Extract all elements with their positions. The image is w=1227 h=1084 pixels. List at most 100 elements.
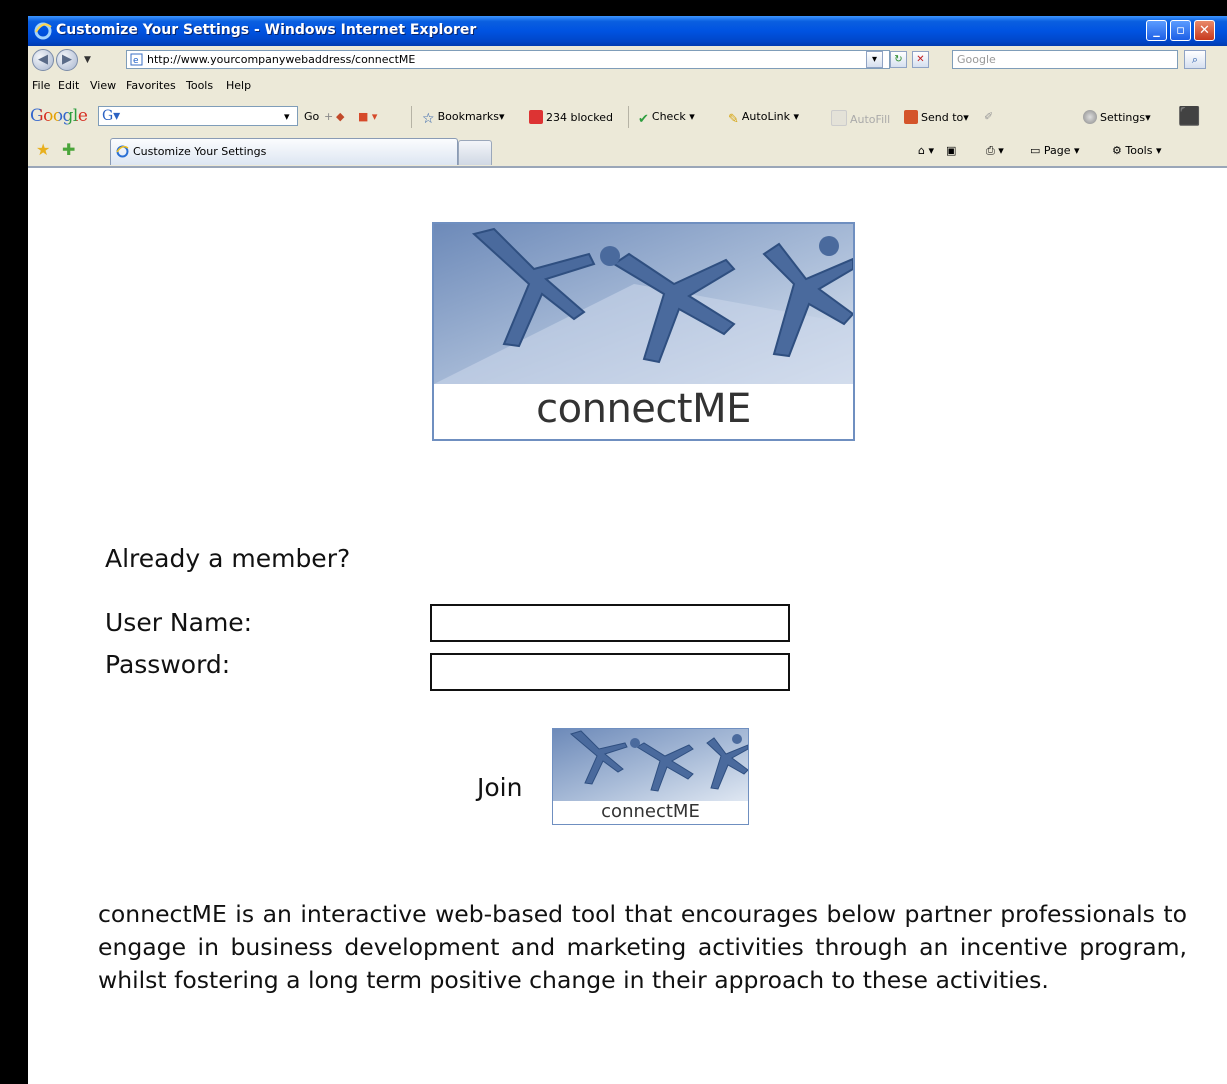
tab-customize-settings[interactable]: Customize Your Settings bbox=[110, 138, 458, 165]
page-content: connectME Already a member? User Name: P… bbox=[28, 168, 1227, 1084]
bookmarks-button[interactable]: ☆ Bookmarks▾ bbox=[422, 110, 505, 127]
description-text: connectME is an interactive web-based to… bbox=[98, 900, 1187, 994]
wand-icon: ✎ bbox=[728, 112, 739, 127]
add-favorite-icon[interactable]: ✚ bbox=[62, 140, 75, 159]
back-button[interactable]: ◀ bbox=[32, 49, 54, 71]
google-search-input[interactable]: G▾ bbox=[98, 106, 298, 126]
tab-label: Customize Your Settings bbox=[133, 145, 267, 158]
page-menu-icon: ▭ bbox=[1030, 144, 1044, 157]
google-toolbar: Google G▾ ▾ Go + ◆ ■ ▾ ☆ Bookmarks▾ 234 b… bbox=[28, 98, 1227, 135]
menu-favorites[interactable]: Favorites bbox=[126, 79, 176, 92]
settings-button[interactable]: Settings▾ bbox=[1083, 110, 1151, 124]
plus-icon: + bbox=[324, 110, 334, 123]
browser-window: Customize Your Settings - Windows Intern… bbox=[28, 16, 1227, 1084]
autofill-icon bbox=[831, 110, 847, 126]
stop-icon: ✕ bbox=[916, 54, 925, 65]
ie-icon bbox=[34, 22, 52, 40]
favorites-star-icon[interactable]: ★ bbox=[36, 140, 50, 159]
search-icon: ⌕ bbox=[1191, 53, 1199, 66]
autolink-label: AutoLink ▾ bbox=[741, 110, 799, 123]
minimize-button[interactable]: _ bbox=[1146, 20, 1167, 41]
autofill-button[interactable]: AutoFill bbox=[831, 110, 890, 126]
spellcheck-button[interactable]: ✔ Check ▾ bbox=[638, 110, 695, 127]
news-icon[interactable]: ◆ bbox=[336, 110, 344, 123]
tools-gear-icon: ⚙ bbox=[1112, 144, 1126, 157]
toolbar-separator bbox=[628, 106, 629, 128]
password-label: Password: bbox=[105, 650, 231, 679]
join-button[interactable]: connectME bbox=[552, 728, 749, 825]
page-menu[interactable]: ▭ Page ▾ bbox=[1030, 144, 1080, 157]
address-dropdown-button[interactable]: ▾ bbox=[866, 51, 883, 68]
minimize-icon: _ bbox=[1153, 23, 1160, 38]
already-member-heading: Already a member? bbox=[105, 544, 351, 573]
chevron-down-icon: ▾ bbox=[871, 54, 878, 65]
address-input[interactable]: e http://www.yourcompanywebaddress/conne… bbox=[126, 50, 890, 69]
autolink-button[interactable]: ✎ AutoLink ▾ bbox=[728, 110, 799, 127]
refresh-icon: ↻ bbox=[894, 54, 903, 65]
menu-file[interactable]: File bbox=[32, 79, 50, 92]
maximize-icon: ▫ bbox=[1176, 23, 1185, 38]
tools-menu-label: Tools ▾ bbox=[1125, 144, 1162, 157]
settings-label: Settings▾ bbox=[1100, 111, 1151, 124]
refresh-button[interactable]: ↻ bbox=[890, 51, 907, 68]
bookmarks-label: Bookmarks▾ bbox=[437, 110, 505, 123]
forward-button[interactable]: ▶ bbox=[56, 49, 78, 71]
stop-button[interactable]: ✕ bbox=[912, 51, 929, 68]
address-url: http://www.yourcompanywebaddress/connect… bbox=[147, 53, 416, 66]
menu-tools[interactable]: Tools bbox=[186, 79, 213, 92]
address-toolbar: ◀ ▶ ▼ e http://www.yourcompanywebaddress… bbox=[28, 46, 1227, 75]
print-icon[interactable]: ⎙ ▾ bbox=[986, 144, 1004, 158]
gear-icon bbox=[1083, 110, 1097, 124]
menu-edit[interactable]: Edit bbox=[58, 79, 79, 92]
pencil-icon[interactable]: ✐ bbox=[984, 110, 993, 123]
google-go-button[interactable]: Go bbox=[304, 110, 319, 123]
window-title: Customize Your Settings - Windows Intern… bbox=[56, 22, 477, 38]
paper-people-graphic bbox=[553, 729, 748, 801]
join-logo-text: connectME bbox=[601, 801, 700, 822]
pdf-icon[interactable]: ⬛ bbox=[1178, 106, 1200, 127]
paper-people-graphic bbox=[434, 224, 853, 384]
blocked-icon bbox=[529, 110, 543, 124]
search-button[interactable]: ⌕ bbox=[1184, 50, 1206, 69]
google-logo: Google bbox=[30, 106, 88, 126]
blog-icon[interactable]: ■ ▾ bbox=[358, 110, 377, 123]
svg-text:e: e bbox=[133, 56, 139, 66]
page-icon: e bbox=[130, 53, 143, 66]
logo-text: connectME bbox=[536, 386, 751, 432]
close-icon: ✕ bbox=[1199, 23, 1210, 38]
back-arrow-icon: ◀ bbox=[38, 52, 48, 67]
star-outline-icon: ☆ bbox=[422, 111, 435, 127]
page-menu-label: Page ▾ bbox=[1043, 144, 1080, 157]
forward-arrow-icon: ▶ bbox=[62, 52, 72, 67]
username-field[interactable] bbox=[430, 604, 790, 642]
tools-menu[interactable]: ⚙ Tools ▾ bbox=[1112, 144, 1161, 157]
google-dropdown-icon[interactable]: ▾ bbox=[284, 110, 290, 123]
new-tab-button[interactable] bbox=[458, 140, 492, 165]
maximize-button[interactable]: ▫ bbox=[1170, 20, 1191, 41]
username-label: User Name: bbox=[105, 608, 253, 637]
connectme-logo: connectME bbox=[432, 222, 855, 441]
menu-bar: File Edit View Favorites Tools Help bbox=[28, 74, 1227, 98]
close-button[interactable]: ✕ bbox=[1194, 20, 1215, 41]
sendto-label: Send to▾ bbox=[921, 111, 969, 124]
blocked-label: 234 blocked bbox=[546, 111, 614, 124]
check-label: Check ▾ bbox=[651, 110, 695, 123]
home-icon[interactable]: ⌂ ▾ bbox=[918, 144, 934, 157]
ie-page-icon bbox=[116, 145, 129, 158]
google-g-dropdown[interactable]: G▾ bbox=[102, 108, 120, 124]
password-field[interactable] bbox=[430, 653, 790, 691]
join-label: Join bbox=[477, 773, 523, 802]
menu-view[interactable]: View bbox=[90, 79, 116, 92]
menu-help[interactable]: Help bbox=[226, 79, 251, 92]
sendto-button[interactable]: Send to▾ bbox=[904, 110, 969, 124]
autofill-label: AutoFill bbox=[850, 113, 891, 126]
feeds-icon[interactable]: ▣ bbox=[946, 144, 956, 157]
history-dropdown-icon[interactable]: ▼ bbox=[84, 55, 91, 65]
title-bar: Customize Your Settings - Windows Intern… bbox=[28, 16, 1227, 46]
tab-bar: ★ ✚ Customize Your Settings ⌂ ▾ ▣ ⎙ ▾ ▭ … bbox=[28, 134, 1227, 168]
search-input[interactable]: Google bbox=[952, 50, 1178, 69]
popup-blocker-button[interactable]: 234 blocked bbox=[529, 110, 613, 124]
search-placeholder: Google bbox=[957, 53, 996, 66]
check-icon: ✔ bbox=[638, 112, 649, 127]
toolbar-separator bbox=[411, 106, 412, 128]
